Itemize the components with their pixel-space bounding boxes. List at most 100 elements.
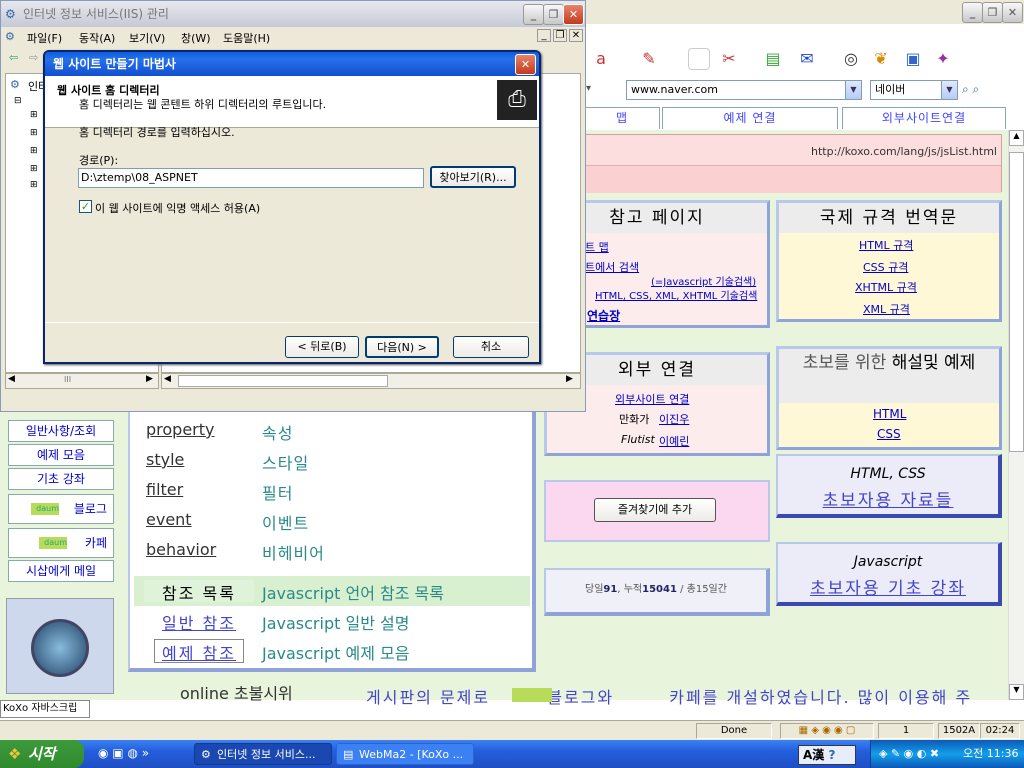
tree-expand-icon[interactable]: ⊞ [30, 146, 38, 156]
tab-examples[interactable]: 예제 연결 [662, 107, 838, 129]
hearts-icon[interactable]: ❦ [870, 48, 892, 70]
dropdown-small-icon[interactable]: ▾ [586, 83, 591, 94]
tree-expand-icon[interactable]: ⊞ [30, 180, 38, 190]
link-tech-search[interactable]: HTML, CSS, XML, XHTML 기술검색 [595, 287, 757, 302]
link-cartoonist[interactable]: 이진우 [659, 411, 689, 427]
path-input[interactable]: D:\ztemp\08_ASPNET [78, 168, 424, 188]
earth-icon[interactable]: ◎ [840, 48, 862, 70]
back-arrow-icon[interactable]: ⇦ [9, 51, 18, 64]
term-property[interactable]: property [146, 420, 215, 439]
wizard-title-bar[interactable]: 웹 사이트 만들기 마법사 ✕ [45, 52, 539, 76]
scroll-left-icon[interactable]: ◀ [164, 374, 171, 384]
restore-icon[interactable]: ❐ [543, 4, 564, 25]
link-html-spec[interactable]: HTML 규격 [859, 237, 913, 253]
tree-expand-icon[interactable]: ⊞ [30, 128, 38, 138]
tree-expand-icon[interactable]: ⊟ [14, 96, 22, 106]
link-xhtml-spec[interactable]: XHTML 규격 [855, 279, 917, 295]
menu-window[interactable]: 창(W) [181, 30, 211, 46]
mdi-minimize-icon[interactable]: _ [537, 29, 551, 42]
restore-icon[interactable]: ❐ [982, 2, 1003, 23]
taskbar-webma-button[interactable]: ▤ WebMa2 - [KoXo ... [336, 743, 474, 765]
ref-example-label[interactable]: 예제 참조 [154, 639, 244, 663]
link-sitemap[interactable]: 트 맵 [585, 239, 609, 255]
sidebar-item-mail[interactable]: 시삽에게 메일 [8, 560, 114, 582]
back-button[interactable]: < 뒤로(B) [285, 336, 359, 358]
minimize-icon[interactable]: _ [962, 2, 983, 23]
tab-map[interactable]: 맵 [584, 107, 660, 129]
browse-button[interactable]: 찾아보기(R)... [430, 166, 516, 188]
link-beginner-css[interactable]: CSS [877, 427, 901, 441]
tab-external[interactable]: 외부사이트연결 [842, 107, 1006, 129]
iis-title-bar[interactable]: ⚙ 인터넷 정보 서비스(IIS) 관리 _ ❐ ✕ [1, 1, 585, 27]
status-tab[interactable]: KoXo 자바스크립 [0, 700, 90, 718]
start-button[interactable]: ❖ 시작 [0, 740, 84, 768]
term-style[interactable]: style [146, 450, 184, 469]
document-icon[interactable]: ▤ [762, 48, 784, 70]
sidebar-item-general[interactable]: 일반사항/조회 [8, 420, 114, 442]
scroll-up-icon[interactable]: ▲ [1009, 130, 1024, 146]
link-js-search[interactable]: (=Javascript 기술검색) [651, 273, 756, 288]
bottom-notice-cafe[interactable]: 카페를 개설하였습니다. 많이 이용해 주 [669, 688, 972, 707]
search-engine-combo[interactable]: 네이버 ▼ [870, 80, 958, 100]
taskbar-iis-button[interactable]: ⚙ 인터넷 정보 서비스... [194, 743, 332, 765]
link-css-spec[interactable]: CSS 규격 [863, 259, 908, 275]
mail-icon[interactable]: ✉ [796, 48, 818, 70]
cancel-button[interactable]: 취소 [453, 336, 529, 358]
scroll-thumb[interactable] [178, 375, 388, 387]
next-button[interactable]: 다음(N) > [365, 336, 439, 358]
anonymous-access-label[interactable]: 이 웹 사이트에 익명 액세스 허용(A) [95, 200, 260, 216]
chevron-down-icon[interactable]: ▼ [845, 81, 861, 99]
blank-icon[interactable] [688, 48, 710, 70]
ref-general-label[interactable]: 일반 참조 [156, 610, 242, 633]
html-css-box[interactable]: HTML, CSS 초보자용 자료들 [776, 454, 1002, 518]
menu-view[interactable]: 보기(V) [129, 30, 165, 46]
link-flutist[interactable]: 이예린 [659, 433, 689, 449]
link-site-search[interactable]: 트에서 검색 [585, 259, 639, 275]
mdi-close-icon[interactable]: ✕ [569, 29, 583, 42]
scroll-down-icon[interactable]: ▼ [1009, 684, 1024, 700]
tools-icon[interactable]: ✂ [718, 48, 740, 70]
scroll-right-icon[interactable]: ▶ [566, 374, 573, 384]
term-event[interactable]: event [146, 510, 192, 529]
link-practice[interactable]: 연습장 [587, 307, 620, 324]
link-beginner-html[interactable]: HTML [873, 407, 906, 421]
scroll-thumb[interactable] [1009, 152, 1024, 452]
menu-help[interactable]: 도움말(H) [223, 30, 270, 46]
mdi-restore-icon[interactable]: ❐ [553, 29, 567, 42]
sidebar-item-blog[interactable]: daum 블로그 [8, 494, 114, 524]
close-icon[interactable]: ✕ [1002, 2, 1023, 23]
ref-list-desc[interactable]: Javascript 언어 참조 목록 [262, 580, 444, 604]
sidebar-item-cafe[interactable]: daum 카페 [8, 528, 114, 558]
forward-arrow-icon[interactable]: ⇨ [29, 51, 38, 64]
close-icon[interactable]: ✕ [515, 54, 536, 75]
address-combo[interactable]: www.naver.com ▼ [626, 80, 862, 100]
search-icon[interactable]: ⌕ ⌕ [962, 82, 979, 97]
quicklaunch-icons[interactable]: ◉ ▣ ◍ » [98, 746, 149, 760]
link-xml-spec[interactable]: XML 규격 [863, 301, 910, 317]
chevron-down-icon[interactable]: ▼ [941, 81, 957, 99]
sidebar-item-basics[interactable]: 기초 강좌 [8, 468, 114, 490]
term-filter[interactable]: filter [146, 480, 183, 499]
content-hscroll[interactable]: ◀ ▶ [161, 373, 581, 389]
link-external-site[interactable]: 외부사이트 연결 [615, 391, 689, 407]
menu-action[interactable]: 동작(A) [79, 30, 115, 46]
scroll-left-icon[interactable]: ◀ [8, 374, 15, 384]
translate-icon[interactable]: a [590, 48, 612, 70]
page-scrollbar[interactable]: ▲ ▼ [1008, 130, 1024, 700]
edit-icon[interactable]: ✎ [638, 48, 660, 70]
js-box[interactable]: Javascript 초보자용 기초 강좌 [776, 542, 1002, 606]
scroll-right-icon[interactable]: ▶ [146, 374, 153, 384]
bookmark-button[interactable]: 즐겨찾기에 추가 [594, 498, 716, 522]
frame-icon[interactable]: ▣ [902, 48, 924, 70]
ime-indicator[interactable]: A漢 ? [798, 745, 856, 765]
tree-expand-icon[interactable]: ⊞ [30, 164, 38, 174]
sidebar-item-examples[interactable]: 예제 모음 [8, 444, 114, 466]
tree-expand-icon[interactable]: ⊞ [30, 110, 38, 120]
minimize-icon[interactable]: _ [523, 4, 544, 25]
bottom-notice-blog[interactable]: 블로그와 [547, 688, 614, 707]
term-behavior[interactable]: behavior [146, 540, 216, 559]
tree-hscroll[interactable]: ◀ III ▶ [5, 373, 159, 389]
anonymous-access-checkbox[interactable]: ✓ [79, 200, 92, 213]
menu-file[interactable]: 파일(F) [27, 30, 62, 46]
tool-icon[interactable]: ✦ [932, 48, 954, 70]
